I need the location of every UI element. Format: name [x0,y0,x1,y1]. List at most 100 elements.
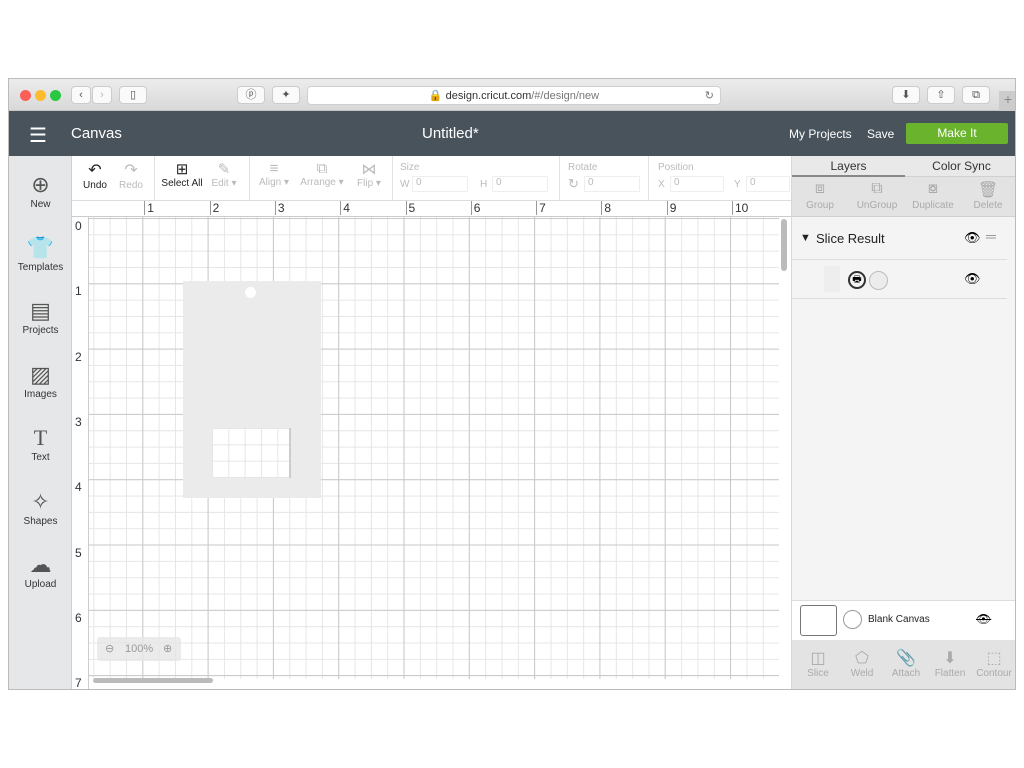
reload-icon[interactable]: ↻ [705,87,714,105]
notebook-icon: ▤ [30,298,51,323]
blank-canvas-row[interactable]: Blank Canvas 👁 [792,600,1015,640]
contour-button[interactable]: ⬚ Contour [972,648,1015,679]
back-icon[interactable]: ‹ [71,86,91,104]
sidebar-item-upload[interactable]: ☁ Upload [9,551,72,590]
align-dropdown[interactable]: ≡ Align ▾ [256,160,292,188]
app-header: ☰ Canvas Untitled* My Projects Save Make… [9,111,1015,156]
forward-icon[interactable]: › [92,86,112,104]
ruler-tick-label: 1 [75,284,82,299]
redo-button[interactable]: ↷ Redo [118,160,144,191]
edit-icon: ✎ [217,161,231,178]
layer-group-name: Slice Result [816,231,885,246]
group-button[interactable]: ⧈ Group [798,180,842,211]
slice-button[interactable]: ◫ Slice [796,648,840,679]
layer-color-swatch[interactable] [869,271,888,290]
edit-dropdown[interactable]: ✎ Edit ▾ [208,160,240,189]
undo-button[interactable]: ↶ Undo [82,160,108,191]
new-tab-icon[interactable]: + [999,91,1015,111]
trash-icon: 🗑 [977,182,999,199]
select-all-button[interactable]: ⊞ Select All [160,160,204,189]
paperclip-icon: 📎 [896,650,916,667]
redo-label: Redo [119,180,143,191]
sidebar-item-shapes[interactable]: ✧ Shapes [9,488,72,527]
width-input[interactable]: 0 [412,176,468,192]
width-label: W [400,179,410,190]
duplicate-button[interactable]: ⧇ Duplicate [908,180,958,211]
pinterest-icon[interactable]: ⓟ [237,86,265,104]
minimize-window-button[interactable] [35,90,46,101]
ungroup-label: UnGroup [856,200,898,211]
sidebar-item-images[interactable]: ▨ Images [9,361,72,400]
eye-hidden-icon[interactable]: 👁 [976,612,991,626]
bottom-actions: ◫ Slice ⬠ Weld 📎 Attach ⬇ Flatten ⬚ Contour [792,640,1015,689]
ungroup-button[interactable]: ⧉ UnGroup [853,180,901,211]
align-label: Align [258,177,282,188]
x-input[interactable]: 0 [670,176,724,192]
design-canvas[interactable]: ⊖ 100% ⊕ [89,217,779,679]
sidebar-item-label: Images [24,389,57,400]
zoom-in-button[interactable]: ⊕ [163,637,172,661]
ruler-tick-label: 9 [666,201,676,215]
canvas-color-swatch[interactable] [843,610,862,629]
slice-label: Slice [807,668,829,679]
zoom-out-button[interactable]: ⊖ [105,637,114,661]
weld-icon: ⬠ [855,650,869,667]
cloud-upload-icon: ☁ [29,552,52,577]
maximize-window-button[interactable] [50,90,61,101]
height-input[interactable]: 0 [492,176,548,192]
extension-icon[interactable]: ✦ [272,86,300,104]
weld-button[interactable]: ⬠ Weld [840,648,884,679]
sidebar-item-projects[interactable]: ▤ Projects [9,297,72,336]
tab-layers[interactable]: Layers [792,156,905,177]
shirt-icon: 👕 [26,235,55,260]
flatten-label: Flatten [934,668,966,679]
y-input[interactable]: 0 [746,176,790,192]
layer-thumbnail [824,266,840,292]
menu-icon[interactable]: ☰ [29,123,47,148]
ruler-tick-label: 4 [340,201,350,215]
sidebar-item-templates[interactable]: 👕 Templates [9,234,72,273]
project-title[interactable]: Untitled* [422,125,479,142]
ruler-tick-label: 1 [144,201,154,215]
my-projects-link[interactable]: My Projects [789,127,852,141]
arrange-dropdown[interactable]: ⧉ Arrange ▾ [298,160,346,188]
print-icon[interactable]: 🖶 [848,271,866,289]
tabs-icon[interactable]: ⧉ [962,86,990,104]
downloads-icon[interactable]: ⬇ [892,86,920,104]
ruler-tick-label: 5 [75,545,82,560]
save-button[interactable]: Save [867,127,894,141]
close-window-button[interactable] [20,90,31,101]
eye-icon[interactable]: 👁 [964,271,981,287]
layer-actions: ⧈ Group ⧉ UnGroup ⧇ Duplicate 🗑 Delete [792,177,1015,217]
delete-button[interactable]: 🗑 Delete [966,180,1010,211]
flatten-button[interactable]: ⬇ Flatten [928,648,972,679]
tab-color-sync[interactable]: Color Sync [905,156,1015,177]
expand-triangle-icon[interactable]: ▼ [800,232,811,244]
sidebar-toggle-icon[interactable]: ▯ [119,86,147,104]
flatten-icon: ⬇ [943,650,957,667]
slice-result-shape[interactable] [183,281,321,498]
layer-group-row[interactable]: ▼ Slice Result 👁 ═ [792,218,1007,260]
vertical-scrollbar[interactable] [781,219,787,271]
size-label: Size [400,162,420,173]
layer-row[interactable]: 🖶 👁 [792,261,1007,299]
ruler-tick-label: 10 [732,201,748,215]
plus-circle-icon: ⊕ [31,172,50,197]
drag-handle-icon[interactable]: ═ [986,228,996,244]
ruler-vertical: 0 1 2 3 4 5 6 7 [72,217,89,689]
sidebar-item-label: Text [31,452,50,463]
height-label: H [480,179,488,190]
eye-icon[interactable]: 👁 [964,230,981,246]
address-bar[interactable]: 🔒 design.cricut.com/#/design/new ↻ [307,86,721,105]
browser-window: ‹ › ▯ ⓟ ✦ 🔒 design.cricut.com/#/design/n… [8,78,1016,690]
attach-button[interactable]: 📎 Attach [884,648,928,679]
horizontal-scrollbar[interactable] [93,678,213,683]
flip-dropdown[interactable]: ⋈ Flip ▾ [352,160,386,189]
rotate-input[interactable]: 0 [584,176,640,192]
y-label: Y [734,179,741,190]
sidebar-item-text[interactable]: T Text [9,424,72,463]
share-icon[interactable]: ⇧ [927,86,955,104]
make-it-button[interactable]: Make It [906,123,1008,144]
sidebar-item-new[interactable]: ⊕ New [9,171,72,210]
url-path: /#/design/new [531,90,600,102]
